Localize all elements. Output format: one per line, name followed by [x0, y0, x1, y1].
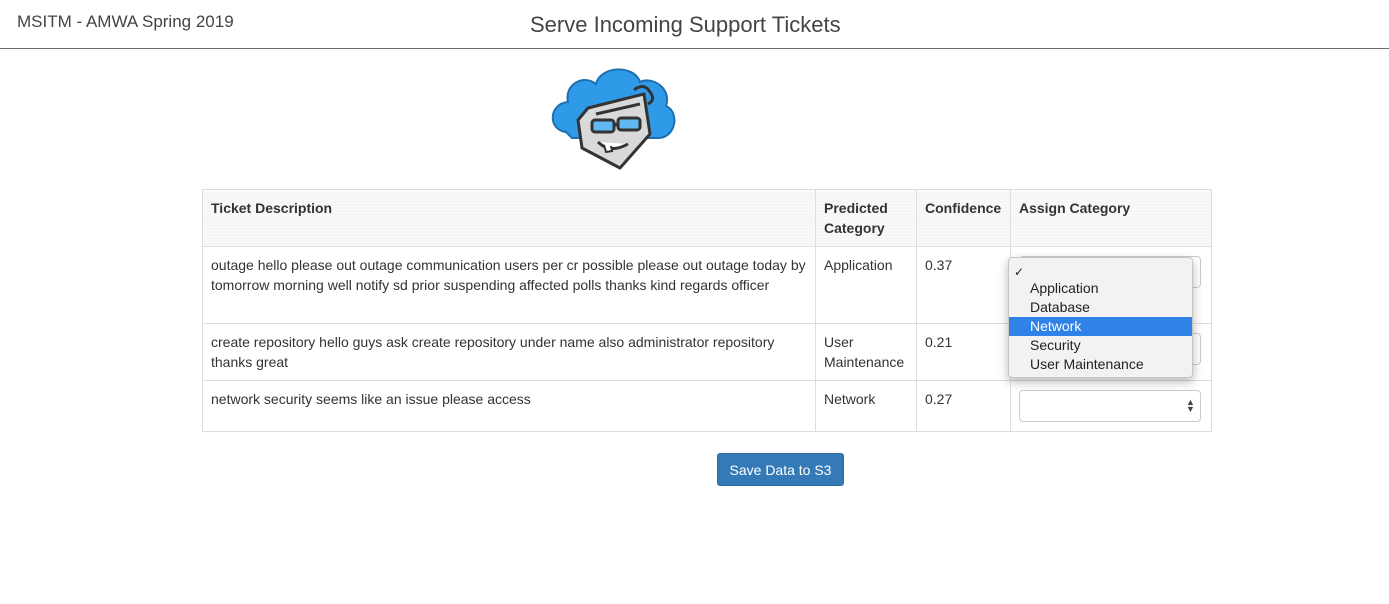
header-predicted-category: Predicted Category: [815, 189, 917, 247]
header-assign-category: Assign Category: [1009, 189, 1213, 247]
predicted-category: Network: [815, 380, 917, 432]
brand-link[interactable]: MSITM - AMWA Spring 2019: [17, 12, 234, 32]
ticket-description: network security seems like an issue ple…: [202, 380, 816, 432]
predicted-category: User Maintenance: [815, 323, 917, 381]
dropdown-option-user-maintenance[interactable]: User Maintenance: [1009, 355, 1192, 374]
ticket-description: outage hello please out outage communica…: [202, 246, 816, 324]
header-ticket-description: Ticket Description: [202, 189, 816, 247]
dropdown-option-security[interactable]: Security: [1009, 336, 1192, 355]
confidence-value: 0.27: [915, 380, 1011, 432]
dropdown-option-empty[interactable]: ✓: [1009, 260, 1192, 279]
dropdown-option-application[interactable]: Application: [1009, 279, 1192, 298]
table-row: network security seems like an issue ple…: [202, 380, 1213, 432]
ticket-description: create repository hello guys ask create …: [202, 323, 816, 381]
confidence-value: 0.21: [915, 323, 1011, 381]
select-arrows-icon: ▲▼: [1186, 397, 1195, 414]
save-data-button[interactable]: Save Data to S3: [717, 453, 844, 486]
assign-category-select[interactable]: ▲▼: [1018, 390, 1201, 422]
assign-category-cell: ▲▼: [1009, 380, 1213, 432]
table-header-row: Ticket Description Predicted Category Co…: [202, 189, 1213, 247]
dropdown-option-network[interactable]: Network: [1009, 317, 1192, 336]
page: MSITM - AMWA Spring 2019 Serve Incoming …: [0, 0, 1389, 604]
top-navbar: MSITM - AMWA Spring 2019 Serve Incoming …: [0, 0, 1389, 49]
predicted-category: Application: [815, 246, 917, 324]
confidence-value: 0.37: [915, 246, 1011, 324]
dropdown-option-database[interactable]: Database: [1009, 298, 1192, 317]
page-title: Serve Incoming Support Tickets: [530, 12, 841, 37]
cloud-mascot-icon: [551, 68, 676, 170]
category-dropdown-menu: ✓ Application Database Network Security …: [1008, 257, 1193, 378]
header-confidence: Confidence: [915, 189, 1011, 247]
